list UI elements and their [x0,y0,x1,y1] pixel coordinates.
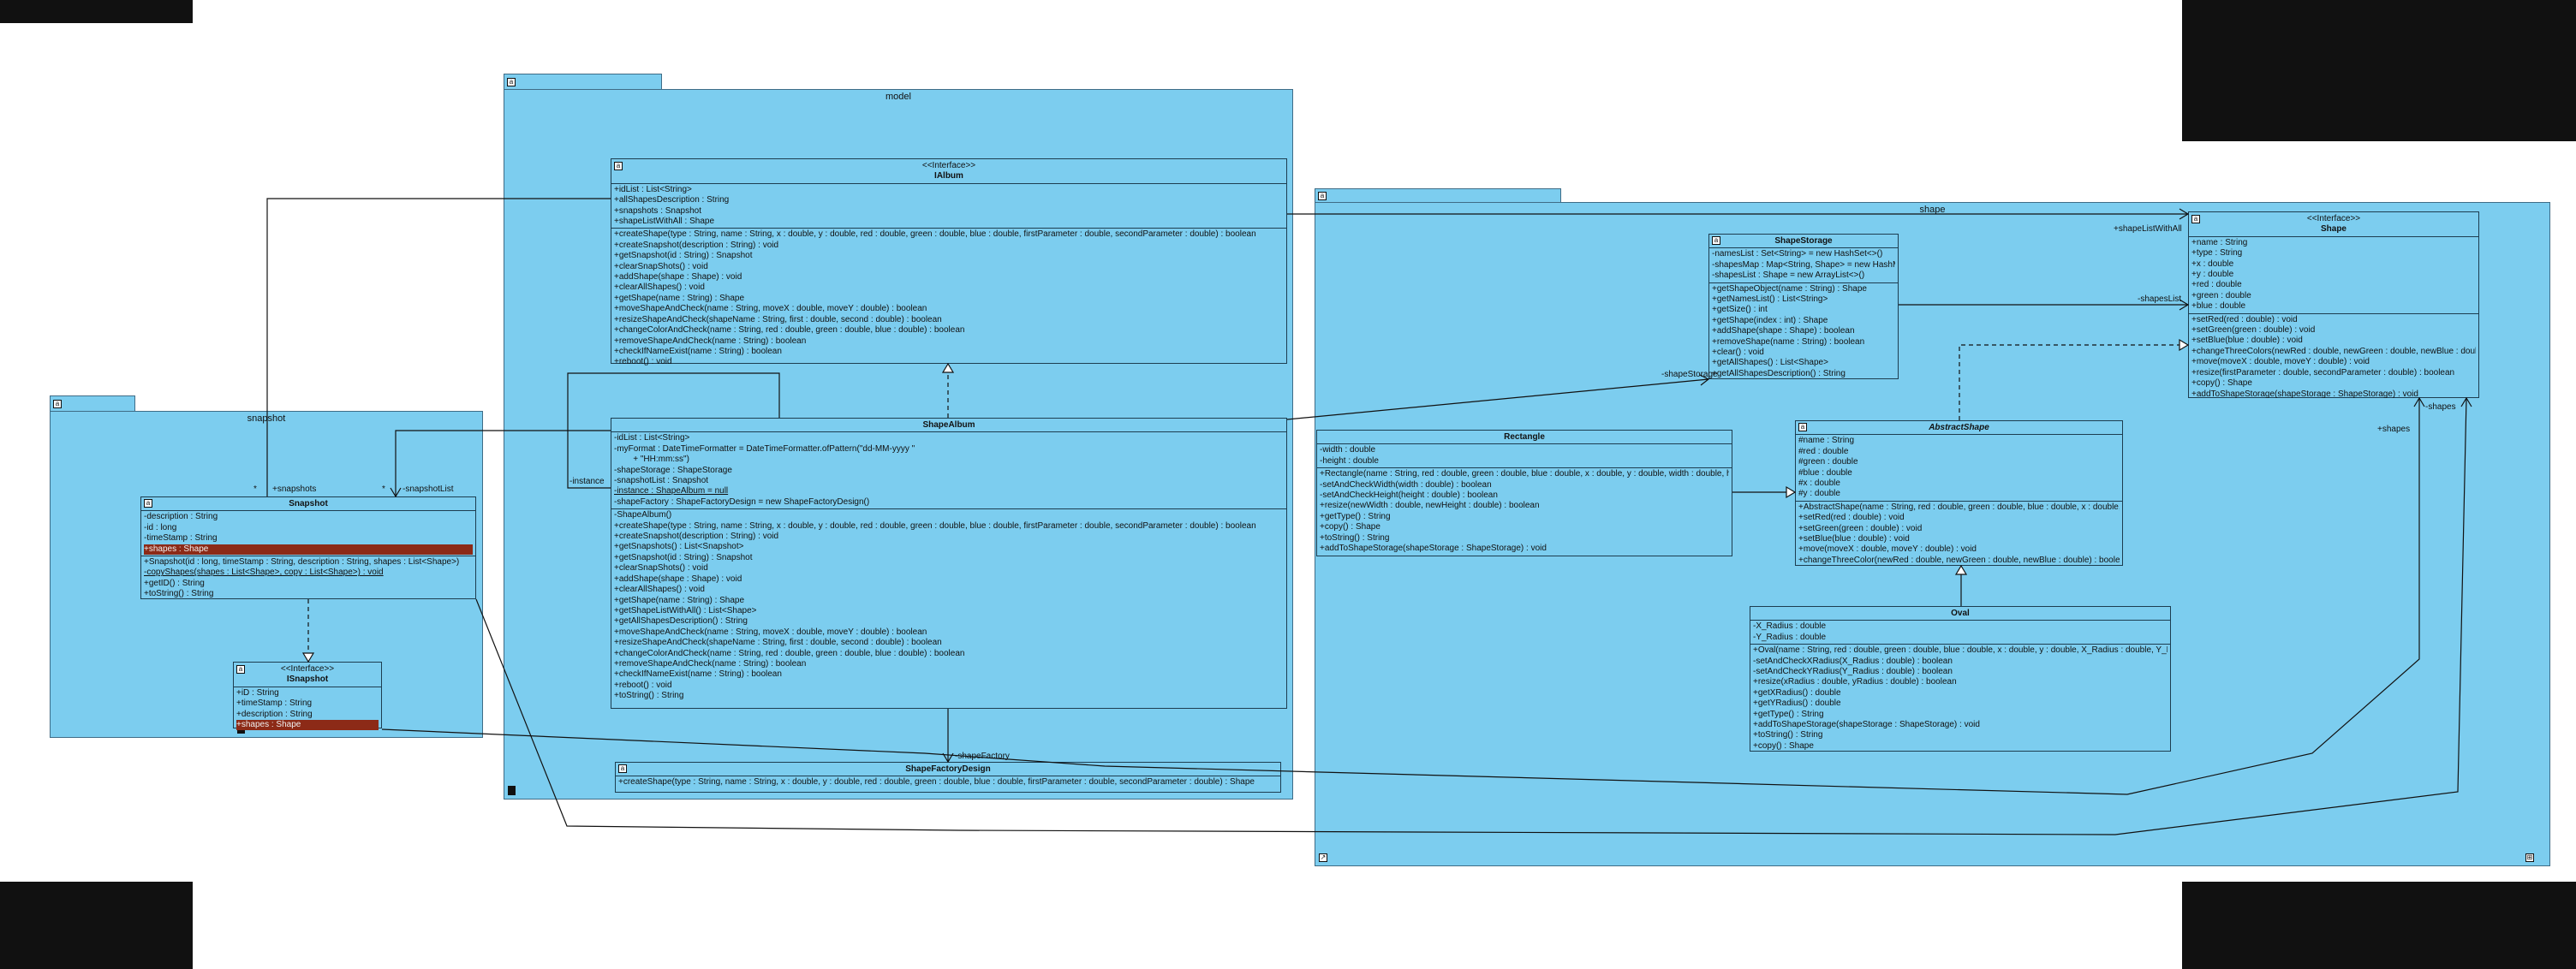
label-snapshotlist: -snapshotList [402,484,454,494]
arrowhead-abstractshape-realization [2179,338,2190,352]
arrowhead-rectangle-generalization [1786,485,1797,499]
label-shapeslist: -shapesList [2138,294,2182,304]
label-shapefactory: -shapeFactory [955,752,1010,761]
connector-snapshot-shapes [475,397,2467,835]
label-shapelistwithall: +shapeListWithAll [2114,224,2182,234]
label-star: * [382,484,385,494]
label-shapes: -shapes [2425,402,2456,412]
connector-layer [266,198,2472,835]
label-shapestorage: -shapeStorage [1661,370,1718,379]
connector-isnapshot-shapes [381,398,2420,795]
label-instance: -instance [569,477,605,486]
arrowhead-oval-generalization [1954,564,1968,575]
label-star: * [253,484,257,494]
connector-shapestorage [1286,378,1709,420]
connector-abstractshape-realizes-shape [1959,344,2188,420]
label-shapes: +shapes [2377,425,2411,434]
arrowhead-isnapshot [301,652,315,663]
connector-snapshots [266,198,611,496]
arrowhead-ialbum [941,362,955,373]
label-snapshots: +snapshots [272,484,317,494]
